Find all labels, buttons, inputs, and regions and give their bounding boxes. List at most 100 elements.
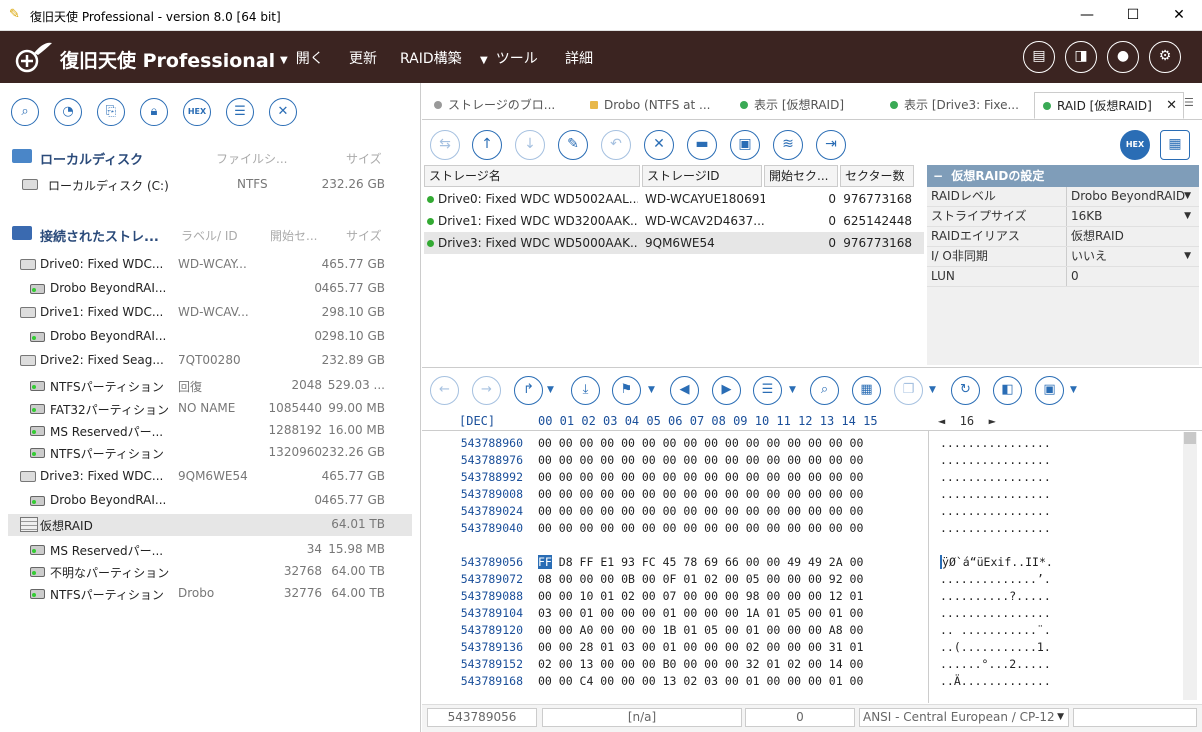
partition-row[interactable]: FAT32パーティション NO NAME 1085440 99.00 MB	[8, 398, 412, 420]
splitter[interactable]	[422, 367, 1202, 371]
offset-base-label[interactable]: [DEC]	[459, 414, 495, 428]
lock-icon[interactable]: 🔒︎	[140, 98, 168, 126]
tab-raid-virtual-raid[interactable]: RAID [仮想RAID] ✕	[1034, 92, 1184, 119]
menu-refresh[interactable]: 更新	[349, 48, 377, 68]
header-start-sector[interactable]: 開始セク...	[764, 165, 838, 187]
row-ascii[interactable]: ÿØ`á“üExif..II*.	[940, 555, 1053, 569]
row-bytes[interactable]: 00 00 10 01 02 00 07 00 00 00 98 00 00 0…	[538, 589, 863, 603]
edit-icon[interactable]: ✎	[558, 130, 588, 160]
menu-raid-build[interactable]: RAID構築	[400, 48, 462, 68]
copy-icon[interactable]: ❐	[894, 376, 923, 405]
setting-lun[interactable]: LUN 0	[927, 267, 1199, 287]
partition-row[interactable]: Drobo BeyondRAI... 0 465.77 GB	[8, 278, 412, 300]
row-ascii[interactable]: ................	[940, 606, 1051, 620]
encoding-select[interactable]: ANSI - Central European / CP-12 ▼	[859, 708, 1069, 727]
partition-row[interactable]: Drobo BeyondRAI... 0 298.10 GB	[8, 326, 412, 348]
chevron-down-icon[interactable]: ▼	[1184, 207, 1191, 226]
panel-layout-icon[interactable]: ◨	[1065, 41, 1097, 73]
tab-view-drive3[interactable]: 表示 [Drive3: Fixe...	[882, 92, 1032, 119]
row-ascii[interactable]: ..............’.	[940, 572, 1051, 586]
partition-row[interactable]: MS Reservedパー... 1288192 16.00 MB	[8, 420, 412, 442]
row-ascii[interactable]: .. ...........¨.	[940, 623, 1051, 637]
image-disk-icon[interactable]: ⎘	[97, 98, 125, 126]
hex-row[interactable]: 543788976 00 00 00 00 00 00 00 00 00 00 0…	[422, 453, 1182, 470]
row-ascii[interactable]: ..(...........1.	[940, 640, 1051, 654]
hex-row[interactable]: 543789088 00 00 10 01 02 00 07 00 00 00 9…	[422, 589, 1182, 606]
tab-overflow-icon[interactable]: ☰	[1184, 96, 1194, 109]
layers-icon[interactable]: ≋	[773, 130, 803, 160]
selected-char[interactable]: ÿ	[940, 555, 949, 569]
maximize-button[interactable]: ☐	[1110, 0, 1156, 31]
refresh-icon[interactable]: ↻	[951, 376, 980, 405]
row-ascii[interactable]: ................	[940, 470, 1051, 484]
setting-value-input[interactable]: 仮想RAID	[1066, 227, 1199, 246]
partition-row[interactable]: 不明なパーティション 32768 64.00 TB	[8, 561, 412, 583]
save-icon[interactable]: ▣	[730, 130, 760, 160]
setting-value-select[interactable]: 16KB ▼	[1066, 207, 1199, 226]
save-icon[interactable]: ▣	[1035, 376, 1064, 405]
tab-view-virtual-raid[interactable]: 表示 [仮想RAID]	[732, 92, 874, 119]
virtual-raid-row[interactable]: 仮想RAID 64.01 TB	[8, 514, 412, 536]
goto-icon[interactable]: ↱	[514, 376, 543, 405]
row-bytes[interactable]: 00 00 00 00 00 00 00 00 00 00 00 00 00 0…	[538, 470, 863, 484]
setting-value-select[interactable]: いいえ ▼	[1066, 247, 1199, 266]
export-icon[interactable]: ⇥	[816, 130, 846, 160]
drive-row[interactable]: Drive2: Fixed Seag... 7QT00280 232.89 GB	[8, 350, 412, 372]
chevron-down-icon[interactable]: ▼	[648, 385, 655, 395]
header-storage-name[interactable]: ストレージ名	[424, 165, 640, 187]
hex-row[interactable]: 543789136 00 00 28 01 03 00 01 00 00 00 0…	[422, 640, 1182, 657]
partition-row[interactable]: NTFSパーティション 1320960 232.26 GB	[8, 442, 412, 464]
drive-row[interactable]: Drive0: Fixed WDC... WD-WCAY... 465.77 GB	[8, 254, 412, 276]
row-bytes[interactable]: 08 00 00 00 0B 00 0F 01 02 00 05 00 00 0…	[538, 572, 863, 586]
hex-view-button[interactable]: HEX	[183, 98, 211, 126]
header-storage-id[interactable]: ストレージID	[642, 165, 762, 187]
open-folder-icon[interactable]: ▬	[687, 130, 717, 160]
row-bytes[interactable]: 00 00 00 00 00 00 00 00 00 00 00 00 00 0…	[538, 436, 863, 450]
hex-row[interactable]: 543788960 00 00 00 00 00 00 00 00 00 00 0…	[422, 436, 1182, 453]
close-tab-icon[interactable]: ✕	[1166, 93, 1177, 118]
row-ascii[interactable]: ................	[940, 436, 1051, 450]
collapse-icon[interactable]: −	[933, 169, 943, 183]
split-view-icon[interactable]: ◧	[993, 376, 1022, 405]
list-icon[interactable]: ☰	[753, 376, 782, 405]
setting-io-async[interactable]: I/ O非同期 いいえ ▼	[927, 247, 1199, 267]
row-bytes[interactable]: 02 00 13 00 00 00 B0 00 00 00 32 01 02 0…	[538, 657, 863, 671]
move-down-icon[interactable]: ↓	[515, 130, 545, 160]
row-bytes[interactable]: 03 00 01 00 00 00 01 00 00 00 1A 01 05 0…	[538, 606, 863, 620]
search-icon[interactable]: ⌕	[11, 98, 39, 126]
user-icon[interactable]: ●	[1107, 41, 1139, 73]
local-disk-row[interactable]: ローカルディスク (C:) NTFS 232.26 GB	[8, 174, 412, 196]
scrollbar-thumb[interactable]	[1184, 432, 1196, 444]
hex-toggle-button[interactable]: HEX	[1120, 130, 1150, 160]
table-row[interactable]: Drive3: Fixed WDC WD5000AAK... 9QM6WE54 …	[424, 232, 924, 254]
list-icon[interactable]: ☰	[226, 98, 254, 126]
row-bytes[interactable]: 00 00 28 01 03 00 01 00 00 00 02 00 00 0…	[538, 640, 863, 654]
hex-row[interactable]: 543789056 FF D8 FF E1 93 FC 45 78 69 66 0…	[422, 555, 1182, 572]
next-tag-icon[interactable]: ▶	[712, 376, 741, 405]
scan-icon[interactable]: ◔	[54, 98, 82, 126]
row-bytes[interactable]: 00 00 A0 00 00 00 1B 01 05 00 01 00 00 0…	[538, 623, 863, 637]
hex-row[interactable]: 543789152 02 00 13 00 00 00 B0 00 00 00 3…	[422, 657, 1182, 674]
row-bytes[interactable]: 00 00 00 00 00 00 00 00 00 00 00 00 00 0…	[538, 504, 863, 518]
prev-tag-icon[interactable]: ◀	[670, 376, 699, 405]
row-bytes[interactable]: 00 00 00 00 00 00 00 00 00 00 00 00 00 0…	[538, 453, 863, 467]
hex-row[interactable]: 543788992 00 00 00 00 00 00 00 00 00 00 0…	[422, 470, 1182, 487]
setting-stripe-size[interactable]: ストライプサイズ 16KB ▼	[927, 207, 1199, 227]
partition-row[interactable]: MS Reservedパー... 34 15.98 MB	[8, 539, 412, 561]
hex-row[interactable]: 543789008 00 00 00 00 00 00 00 00 00 00 0…	[422, 487, 1182, 504]
undo-icon[interactable]: ↶	[601, 130, 631, 160]
row-ascii[interactable]: ................	[940, 504, 1051, 518]
chevron-down-icon[interactable]: ▼	[929, 385, 936, 395]
chevron-down-icon[interactable]: ▼	[1057, 709, 1064, 726]
row-bytes[interactable]: 00 00 00 00 00 00 00 00 00 00 00 00 00 0…	[538, 487, 863, 501]
row-ascii[interactable]: ..Ä.............	[940, 674, 1051, 688]
close-button[interactable]: ✕	[1156, 0, 1202, 31]
setting-raid-alias[interactable]: RAIDエイリアス 仮想RAID	[927, 227, 1199, 247]
hex-row[interactable]: 543789120 00 00 A0 00 00 00 1B 01 05 00 0…	[422, 623, 1182, 640]
menu-tools[interactable]: ▼ ツール	[480, 48, 538, 68]
hex-row[interactable]: 543789104 03 00 01 00 00 00 01 00 00 00 1…	[422, 606, 1182, 623]
row-ascii[interactable]: ................	[940, 487, 1051, 501]
chevron-down-icon[interactable]: ▼	[547, 385, 554, 395]
row-width-selector[interactable]: ◄ 16 ►	[938, 414, 996, 428]
row-bytes[interactable]: FF D8 FF E1 93 FC 45 78 69 66 00 00 49 4…	[538, 555, 863, 569]
